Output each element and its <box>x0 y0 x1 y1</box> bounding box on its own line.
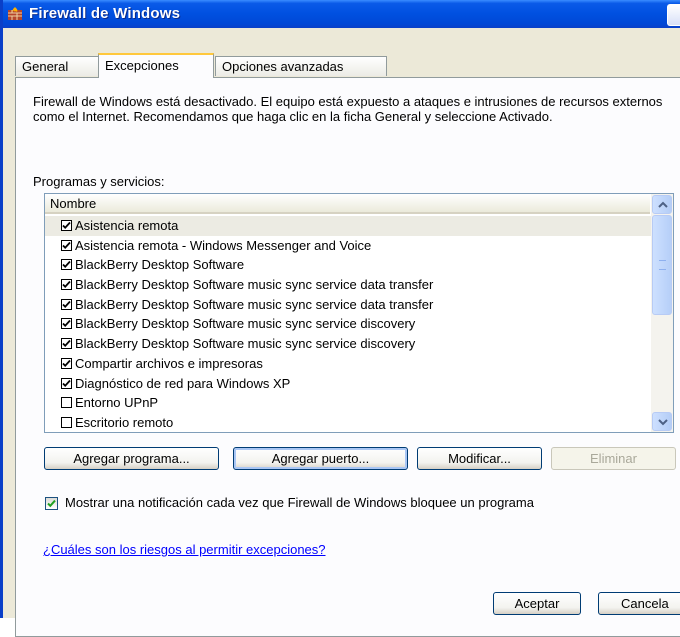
item-checkbox[interactable] <box>61 239 72 251</box>
list-item-label: Asistencia remota <box>75 218 179 233</box>
column-header-nombre[interactable]: Nombre <box>45 194 650 214</box>
list-item-label: Escritorio remoto <box>75 414 174 430</box>
tab-general[interactable]: General <box>15 56 99 76</box>
firewall-icon <box>8 7 22 20</box>
ok-button[interactable]: Aceptar <box>493 592 581 615</box>
checkmark-icon <box>62 300 71 308</box>
title-bar-button[interactable] <box>667 4 680 26</box>
notify-checkbox[interactable] <box>45 497 58 510</box>
checkmark-icon <box>62 261 71 269</box>
tab-opciones-avanzadas[interactable]: Opciones avanzadas <box>215 56 387 76</box>
checkmark-icon <box>62 241 71 249</box>
list-item[interactable]: BlackBerry Desktop Software music sync s… <box>45 314 651 334</box>
checkmark-icon <box>62 320 71 328</box>
exceptions-risks-link[interactable]: ¿Cuáles son los riesgos al permitir exce… <box>43 542 326 557</box>
window-title: Firewall de Windows <box>29 5 181 22</box>
item-checkbox[interactable] <box>61 220 72 231</box>
tab-label: Opciones avanzadas <box>222 59 344 74</box>
scroll-up-button[interactable] <box>652 195 672 214</box>
programs-list[interactable]: Nombre Asistencia remota Asistencia remot… <box>44 193 674 433</box>
programs-rows: Asistencia remota Asistencia remota - Win… <box>45 216 651 432</box>
item-checkbox[interactable] <box>61 298 72 310</box>
programs-label: Programas y servicios: <box>33 174 165 189</box>
item-checkbox[interactable] <box>61 397 72 409</box>
item-checkbox[interactable] <box>61 279 72 291</box>
checkmark-icon <box>62 221 71 229</box>
item-checkbox[interactable] <box>61 377 72 389</box>
list-item[interactable]: Asistencia remota <box>45 216 651 236</box>
item-checkbox[interactable] <box>61 338 72 350</box>
scroll-thumb[interactable] <box>652 215 672 315</box>
notify-label[interactable]: Mostrar una notificación cada vez que Fi… <box>65 495 534 510</box>
add-port-button[interactable]: Agregar puerto... <box>233 447 408 470</box>
list-item-label: BlackBerry Desktop Software music sync s… <box>75 277 434 293</box>
list-item[interactable]: Compartir archivos e impresoras <box>45 354 651 374</box>
item-checkbox[interactable] <box>61 416 72 428</box>
chevron-down-icon <box>658 419 668 426</box>
delete-button: Eliminar <box>551 447 676 470</box>
cancel-button[interactable]: Cancela <box>598 592 680 615</box>
tab-excepciones[interactable]: Excepciones <box>98 53 214 78</box>
list-item[interactable]: Diagnóstico de red para Windows XP <box>45 374 651 394</box>
checkmark-icon <box>62 379 71 387</box>
item-checkbox[interactable] <box>61 357 72 369</box>
list-item[interactable]: BlackBerry Desktop Software music sync s… <box>45 275 651 295</box>
list-item[interactable]: BlackBerry Desktop Software music sync s… <box>45 334 651 354</box>
firewall-status-description: Firewall de Windows está desactivado. El… <box>33 94 663 124</box>
list-item-label: Asistencia remota - Windows Messenger an… <box>75 237 372 253</box>
modify-button[interactable]: Modificar... <box>417 447 542 470</box>
list-item-label: BlackBerry Desktop Software <box>75 257 245 273</box>
firewall-dialog: Firewall de Windows General Excepciones … <box>0 0 680 637</box>
item-checkbox[interactable] <box>61 318 72 330</box>
checkmark-icon <box>62 340 71 348</box>
scroll-down-button[interactable] <box>652 412 672 431</box>
tab-label: General <box>22 59 69 74</box>
list-item[interactable]: Escritorio remoto <box>45 413 651 432</box>
checkmark-icon <box>47 499 56 508</box>
list-item[interactable]: Asistencia remota - Windows Messenger an… <box>45 236 651 256</box>
list-item[interactable]: BlackBerry Desktop Software music sync s… <box>45 295 651 315</box>
tab-label: Excepciones <box>105 58 179 73</box>
chevron-up-icon <box>658 201 668 208</box>
item-checkbox[interactable] <box>61 259 72 271</box>
list-item[interactable]: BlackBerry Desktop Software <box>45 255 651 275</box>
add-program-button[interactable]: Agregar programa... <box>44 447 219 470</box>
checkmark-icon <box>62 359 71 367</box>
list-item-label: BlackBerry Desktop Software music sync s… <box>75 296 434 312</box>
list-item-label: Entorno UPnP <box>75 395 159 411</box>
list-item-label: Compartir archivos e impresoras <box>75 355 263 371</box>
scroll-grip-icon <box>659 260 666 270</box>
checkmark-icon <box>62 280 71 289</box>
list-item-label: BlackBerry Desktop Software music sync s… <box>75 336 416 352</box>
title-bar[interactable]: Firewall de Windows <box>3 0 680 28</box>
list-item[interactable]: Entorno UPnP <box>45 393 651 413</box>
list-item-label: BlackBerry Desktop Software music sync s… <box>75 316 416 332</box>
vertical-scrollbar[interactable] <box>651 194 673 432</box>
list-item-label: Diagnóstico de red para Windows XP <box>75 375 291 391</box>
